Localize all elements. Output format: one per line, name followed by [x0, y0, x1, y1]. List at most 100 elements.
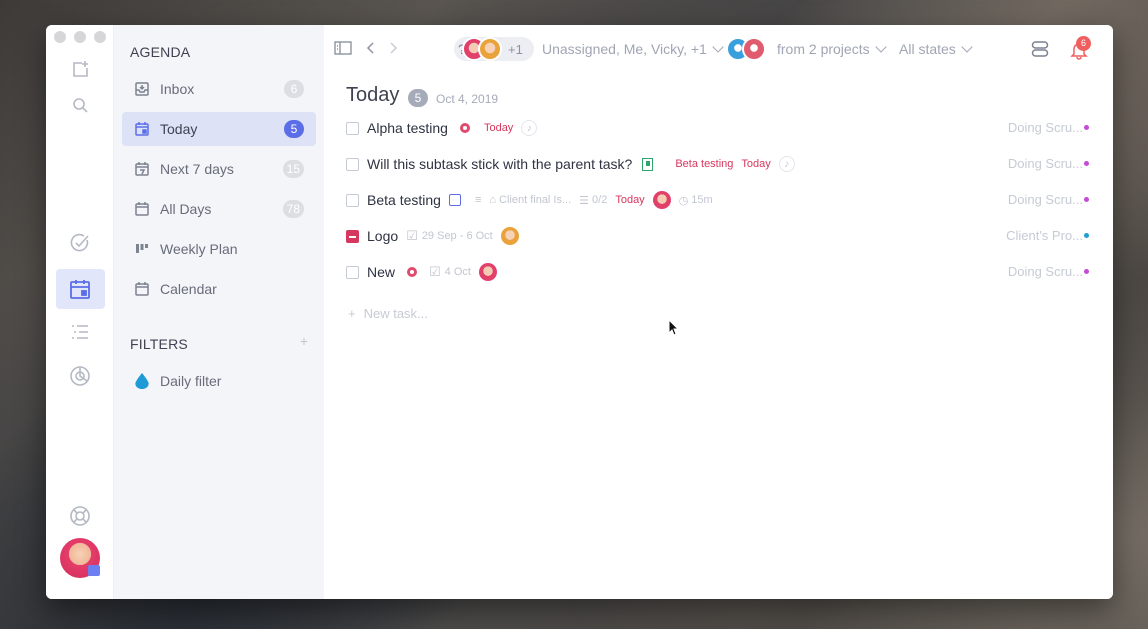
check-icon[interactable]	[68, 231, 92, 255]
projects-filter[interactable]: from 2 projects	[777, 41, 887, 57]
minimize-window-button[interactable]	[74, 31, 86, 43]
assignee-avatars[interactable]: ? +1	[458, 37, 523, 61]
sidebar-item-label: Next 7 days	[160, 161, 234, 177]
board-icon	[134, 241, 150, 257]
checklist-icon: ☰	[579, 194, 590, 207]
states-filter[interactable]: All states	[899, 41, 973, 57]
agenda-section-title: AGENDA	[130, 44, 191, 60]
toggle-sidebar-icon[interactable]	[334, 40, 352, 59]
project-color-dot	[1084, 233, 1089, 238]
project-color-dot	[1084, 125, 1089, 130]
task-row[interactable]: Beta testing ≡ ⌂ Client final Is... ☰ 0/2 …	[346, 182, 1068, 218]
subtask-icon	[642, 157, 654, 171]
add-filter-button[interactable]: +	[300, 333, 308, 349]
zoom-window-button[interactable]	[94, 31, 106, 43]
week-icon	[134, 161, 150, 177]
drop-icon	[134, 373, 150, 389]
sidebar-item-inbox[interactable]: Inbox 6	[122, 72, 316, 106]
chart-icon[interactable]	[68, 364, 92, 388]
due-date[interactable]: Today	[741, 158, 770, 170]
sidebar-item-next-7-days[interactable]: Next 7 days 15	[122, 152, 316, 186]
sidebar-item-label: Today	[160, 121, 198, 137]
new-task-placeholder: New task...	[363, 306, 428, 321]
reminder-bell-icon[interactable]: ♪	[521, 120, 538, 136]
due-date[interactable]: Today	[615, 194, 644, 206]
task-name[interactable]: Beta testing	[367, 192, 441, 208]
bug-icon	[407, 267, 418, 277]
task-checkbox[interactable]	[346, 193, 359, 207]
calendar-icon	[134, 281, 150, 297]
list-icon[interactable]	[68, 320, 92, 344]
sidebar-item-all-days[interactable]: All Days 78	[122, 192, 316, 226]
task-checkbox[interactable]	[346, 265, 359, 279]
task-row[interactable]: Logo ☑ 29 Sep - 6 Oct	[346, 218, 1068, 254]
task-row[interactable]: Alpha testing Today ♪	[346, 110, 1068, 146]
assignee-filter-label: Unassigned, Me, Vicky, +1	[542, 41, 707, 57]
reminder-bell-icon[interactable]: ♪	[778, 156, 795, 172]
task-row[interactable]: New ☑ 4 Oct	[346, 254, 1068, 290]
count-badge: 5	[284, 120, 304, 138]
app-window: AGENDA Inbox 6 Today 5 Next 7 days 15 Al…	[46, 25, 1113, 599]
states-filter-label: All states	[899, 41, 956, 57]
task-name[interactable]: Alpha testing	[367, 120, 448, 136]
assignee-avatar[interactable]	[652, 191, 671, 209]
assignee-avatar[interactable]	[500, 227, 519, 245]
sidebar-item-label: Inbox	[160, 81, 195, 97]
task-name[interactable]: New	[367, 264, 395, 280]
date-range[interactable]: ☑ 29 Sep - 6 Oct	[406, 228, 493, 244]
task-date[interactable]: ☑ 4 Oct	[429, 264, 471, 280]
back-arrow-icon[interactable]	[366, 40, 376, 59]
new-task-input[interactable]: + New task...	[348, 306, 428, 321]
calendar-check-icon: ☑	[429, 264, 441, 279]
page-title: Today	[346, 84, 400, 106]
count-badge: 6	[284, 80, 304, 98]
project-avatar	[742, 37, 766, 61]
task-count-badge: 5	[408, 89, 428, 107]
task-row[interactable]: Will this subtask stick with the parent …	[346, 146, 1068, 182]
help-icon[interactable]	[68, 504, 92, 528]
project-color-dot	[1084, 161, 1089, 166]
main-panel: ? +1 Unassigned, Me, Vicky, +1 from 2 pr…	[324, 25, 1113, 599]
project-avatars[interactable]	[726, 37, 766, 61]
task-name[interactable]: Logo	[367, 228, 398, 244]
task-project[interactable]: Client's Pro...	[1006, 228, 1083, 243]
search-icon[interactable]	[68, 93, 92, 117]
notifications-badge: 6	[1076, 36, 1091, 51]
assignee-avatar[interactable]	[478, 263, 497, 281]
task-project[interactable]: Doing Scru...	[1008, 120, 1083, 135]
task-project[interactable]: Doing Scru...	[1008, 156, 1083, 171]
comment-preview[interactable]: ⌂ Client final Is...	[489, 194, 571, 206]
forward-arrow-icon[interactable]	[388, 40, 398, 59]
close-window-button[interactable]	[54, 31, 66, 43]
sidebar-item-label: Weekly Plan	[160, 241, 238, 257]
page-date: Oct 4, 2019	[436, 92, 499, 106]
filters-section-title: FILTERS	[130, 336, 188, 352]
calendar-icon[interactable]	[68, 277, 92, 301]
due-date[interactable]: Today	[484, 122, 513, 134]
count-badge: 15	[282, 160, 304, 178]
task-checkbox[interactable]	[346, 229, 359, 243]
chevron-down-icon	[874, 41, 887, 53]
sidebar-item-calendar[interactable]: Calendar	[122, 272, 316, 306]
toolbar: ? +1 Unassigned, Me, Vicky, +1 from 2 pr…	[324, 25, 1113, 73]
sidebar-item-today[interactable]: Today 5	[122, 112, 316, 146]
task-project[interactable]: Doing Scru...	[1008, 264, 1083, 279]
assignee-filter[interactable]: Unassigned, Me, Vicky, +1	[542, 41, 724, 57]
time-estimate[interactable]: ◷ 15m	[679, 194, 713, 207]
task-project[interactable]: Doing Scru...	[1008, 192, 1083, 207]
sidebar-item-weekly-plan[interactable]: Weekly Plan	[122, 232, 316, 266]
toggle-view-icon[interactable]	[1031, 40, 1049, 61]
task-checkbox[interactable]	[346, 121, 359, 135]
checklist-progress[interactable]: ☰ 0/2	[579, 194, 607, 207]
chevron-down-icon	[961, 41, 973, 53]
task-checkbox[interactable]	[346, 157, 359, 171]
edit-note-icon	[448, 194, 461, 206]
calendar-check-icon: ☑	[406, 228, 418, 243]
sidebar-item-daily-filter[interactable]: Daily filter	[122, 364, 316, 398]
count-badge: 78	[282, 200, 304, 218]
comment-icon: ⌂	[489, 194, 497, 206]
clock-icon: ◷	[678, 194, 689, 207]
parent-task[interactable]: Beta testing	[675, 158, 733, 170]
task-name[interactable]: Will this subtask stick with the parent …	[367, 156, 632, 172]
new-task-icon[interactable]	[68, 58, 92, 82]
